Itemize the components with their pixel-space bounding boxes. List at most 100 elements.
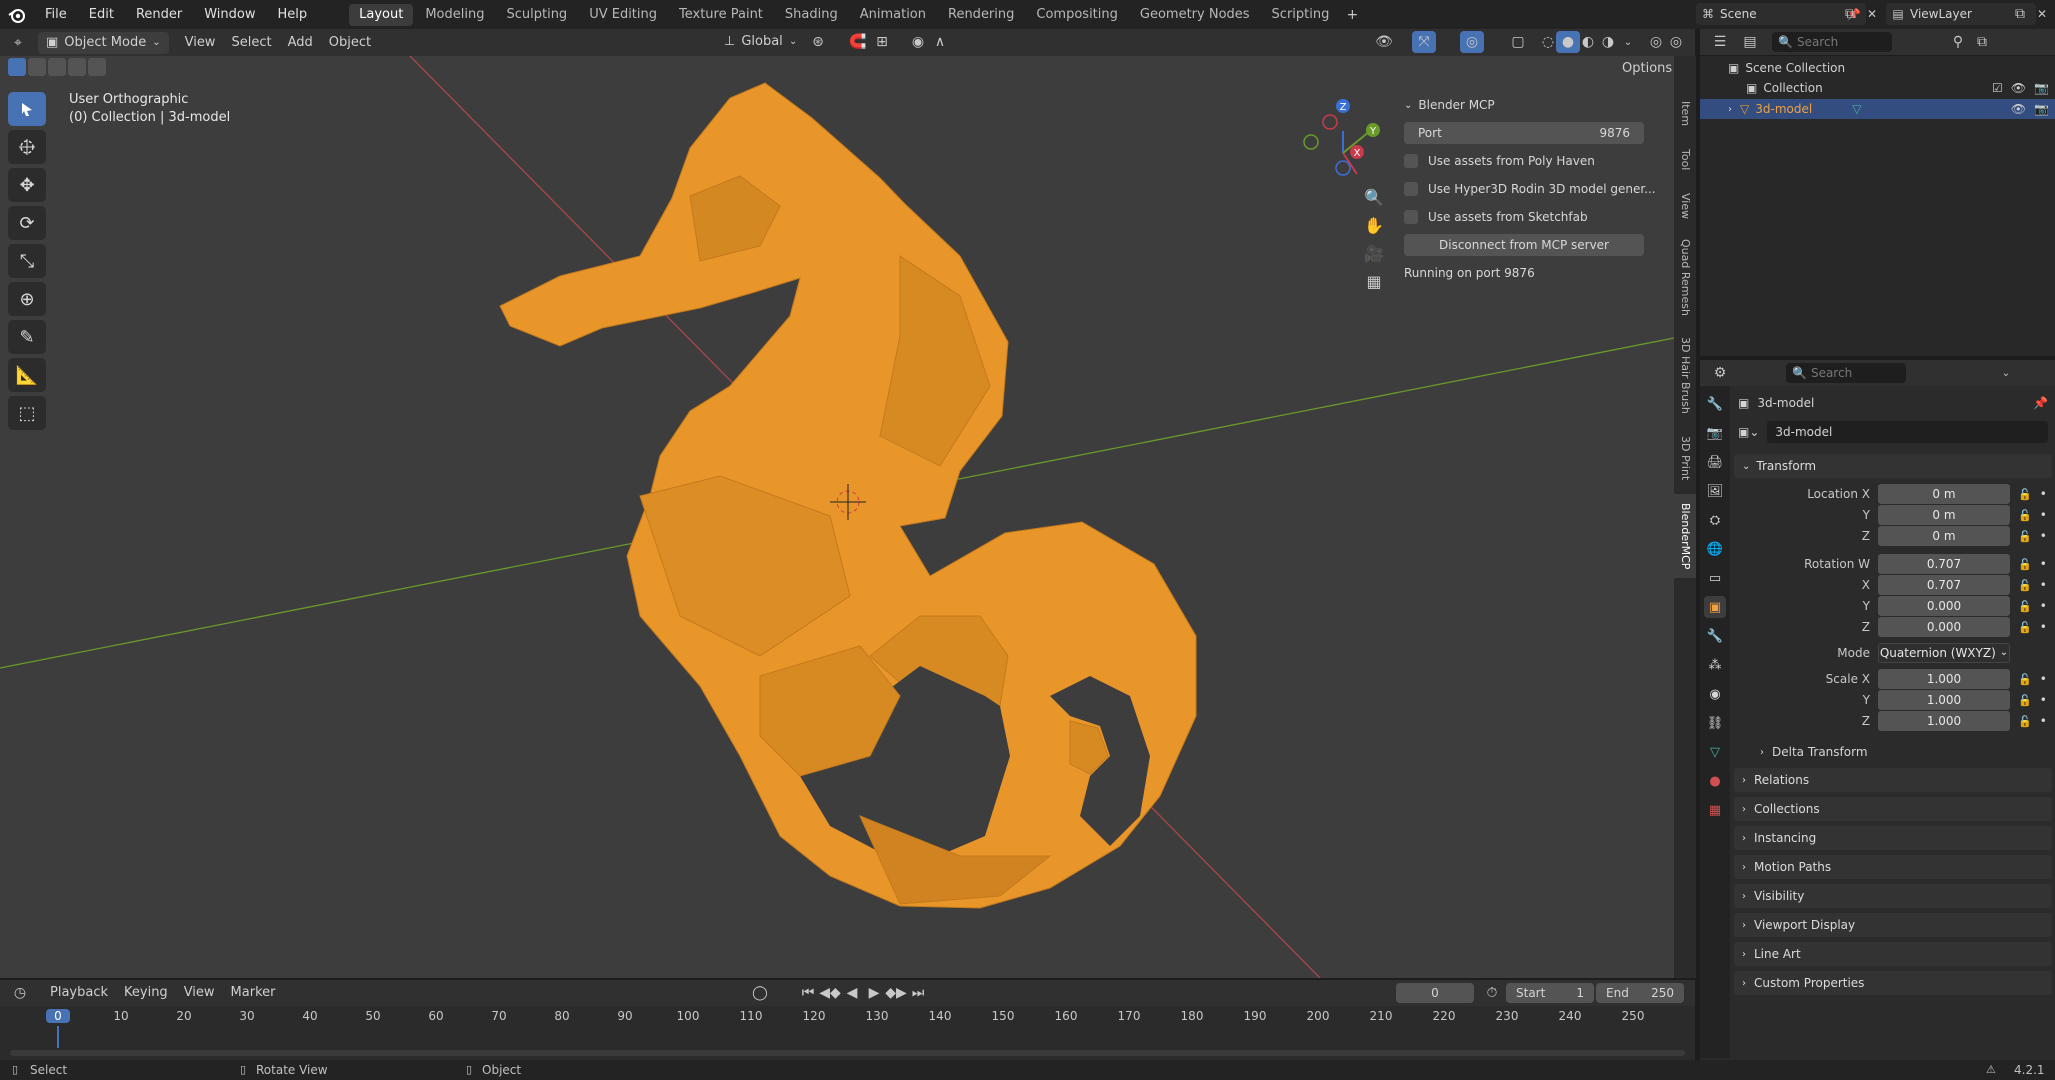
keyframe-dot[interactable]: • — [2040, 578, 2047, 592]
lock-icon[interactable]: 🔓 — [2018, 600, 2032, 613]
outliner-object-3d-model[interactable]: › ▽ 3d-model ▽ 👁 📷 — [1700, 99, 2055, 119]
world-tab-icon[interactable]: 🌐 — [1704, 538, 1726, 560]
pivot-icon[interactable]: ⊛ — [806, 31, 830, 53]
menu-window[interactable]: Window — [193, 0, 266, 29]
rotation-w-field[interactable]: 0.707 — [1878, 554, 2010, 574]
lock-icon[interactable]: 🔓 — [2018, 621, 2032, 634]
collections-panel-header[interactable]: › Collections — [1734, 797, 2052, 821]
keyframe-dot[interactable]: • — [2040, 557, 2047, 571]
collection-tab-icon[interactable]: ▭ — [1704, 567, 1726, 589]
outliner-search[interactable]: 🔍 Search — [1772, 32, 1892, 52]
properties-editor-icon[interactable]: ⚙ — [1708, 362, 1732, 384]
blender-mcp-panel-header[interactable]: ⌄ Blender MCP — [1404, 93, 1664, 117]
tab-item[interactable]: Item — [1674, 94, 1696, 134]
delete-scene-icon[interactable]: ✕ — [1860, 3, 1884, 25]
port-field[interactable]: Port 9876 — [1404, 122, 1644, 144]
keyframe-dot[interactable]: • — [2040, 487, 2047, 501]
prev-keyframe-icon[interactable]: ◀◆ — [818, 982, 842, 1004]
preview-range-icon[interactable]: ⏱ — [1480, 982, 1504, 1004]
3d-viewport[interactable]: Z Y X User Orthographic (0) Collection |… — [0, 56, 1674, 978]
outliner-collection[interactable]: ▣ Collection ☑ 👁 📷 — [1700, 78, 2055, 98]
tab-uv-editing[interactable]: UV Editing — [579, 4, 667, 26]
modifier-tab-icon[interactable]: 🔧 — [1704, 625, 1726, 647]
visibility-icon[interactable]: 👁 — [1372, 31, 1396, 53]
tab-layout[interactable]: Layout — [349, 3, 414, 26]
add-workspace-icon[interactable]: + — [1340, 4, 1364, 26]
tab-blendermcp[interactable]: BlenderMCP — [1674, 494, 1696, 578]
lock-icon[interactable]: 🔓 — [2018, 488, 2032, 501]
camera-icon[interactable]: 📷 — [2034, 81, 2049, 95]
jump-end-icon[interactable]: ⏭ — [906, 982, 930, 1004]
rotation-x-field[interactable]: 0.707 — [1878, 575, 2010, 595]
delete-view-layer-icon[interactable]: ✕ — [2030, 3, 2054, 25]
measure-tool[interactable]: 📐 — [8, 358, 46, 392]
menu-add[interactable]: Add — [280, 32, 321, 54]
annotate-tool[interactable]: ✎ — [8, 320, 46, 354]
scale-z-field[interactable]: 1.000 — [1878, 711, 2010, 731]
line-art-panel-header[interactable]: › Line Art — [1734, 942, 2052, 966]
camera-view-icon[interactable]: 🎥 — [1360, 239, 1388, 267]
play-icon[interactable]: ▶ — [862, 982, 886, 1004]
lock-icon[interactable]: 🔓 — [2018, 530, 2032, 543]
new-scene-icon[interactable]: ⧉ — [1838, 3, 1862, 25]
tab-geometry-nodes[interactable]: Geometry Nodes — [1130, 4, 1260, 26]
tab-modeling[interactable]: Modeling — [415, 4, 494, 26]
tab-view[interactable]: View — [1674, 186, 1696, 226]
object-type-icon[interactable]: ▣⌄ — [1738, 425, 1759, 439]
menu-edit[interactable]: Edit — [78, 0, 125, 29]
object-name-field[interactable]: 3d-model — [1767, 421, 2048, 443]
delta-transform-header[interactable]: › Delta Transform — [1760, 742, 1868, 762]
poly-haven-option[interactable]: Use assets from Poly Haven — [1404, 149, 1664, 173]
outliner-scene-collection[interactable]: ▣ Scene Collection — [1700, 58, 2055, 78]
tab-scripting[interactable]: Scripting — [1262, 4, 1340, 26]
visibility-panel-header[interactable]: › Visibility — [1734, 884, 2052, 908]
tool-tab-icon[interactable]: 🔧 — [1704, 393, 1726, 415]
location-y-field[interactable]: 0 m — [1878, 505, 2010, 525]
particles-tab-icon[interactable]: ⁂ — [1704, 654, 1726, 676]
data-tab-icon[interactable]: ▽ — [1704, 741, 1726, 763]
auto-key-icon[interactable]: ◯ — [748, 982, 772, 1004]
display-mode-icon[interactable]: ▤ — [1738, 31, 1762, 53]
rotation-y-field[interactable]: 0.000 — [1878, 596, 2010, 616]
lock-icon[interactable]: 🔓 — [2018, 673, 2032, 686]
tab-quad-remesh[interactable]: Quad Remesh — [1674, 232, 1696, 322]
menu-select[interactable]: Select — [223, 32, 279, 54]
lock-icon[interactable]: 🔓 — [2018, 509, 2032, 522]
motion-paths-panel-header[interactable]: › Motion Paths — [1734, 855, 2052, 879]
rotation-z-field[interactable]: 0.000 — [1878, 617, 2010, 637]
play-reverse-icon[interactable]: ◀ — [840, 982, 864, 1004]
keyframe-dot[interactable]: • — [2040, 672, 2047, 686]
location-x-field[interactable]: 0 m — [1878, 484, 2010, 504]
options-dropdown[interactable]: Options ⌄ — [1614, 58, 1674, 80]
snap-target-icon[interactable]: ⊞ — [870, 31, 894, 53]
custom-properties-panel-header[interactable]: › Custom Properties — [1734, 971, 2052, 995]
pan-hand-icon[interactable]: ✋ — [1360, 211, 1388, 239]
menu-view[interactable]: View — [177, 32, 224, 54]
transform-panel-header[interactable]: ⌄ Transform — [1734, 454, 2052, 478]
tab-shading[interactable]: Shading — [775, 4, 848, 26]
editor-type-icon[interactable]: ⌖ — [6, 32, 30, 54]
checkbox-icon[interactable]: ☑ — [1992, 81, 2003, 95]
proportional-edit-icon[interactable]: ◉ — [906, 31, 930, 53]
menu-timeline-view[interactable]: View — [176, 982, 223, 1004]
move-tool[interactable]: ✥ — [8, 168, 46, 202]
tab-rendering[interactable]: Rendering — [938, 4, 1024, 26]
blender-logo-icon[interactable] — [0, 4, 34, 26]
timeline-ruler[interactable]: 0 10 20 30 40 50 60 70 80 90 100 110 120 130 140 150 160… — [0, 1006, 1695, 1048]
new-view-layer-icon[interactable]: ⧉ — [2008, 3, 2032, 25]
new-collection-icon[interactable]: ⧉ — [1970, 31, 1994, 53]
current-frame-field[interactable]: 0 — [1396, 983, 1474, 1003]
cursor-tool[interactable] — [8, 130, 46, 164]
object-tab-icon[interactable]: ▣ — [1704, 596, 1726, 618]
jump-start-icon[interactable]: ⏮ — [796, 982, 820, 1004]
rotate-tool[interactable]: ⟳ — [8, 206, 46, 240]
menu-playback[interactable]: Playback — [42, 982, 116, 1004]
lock-icon[interactable]: 🔓 — [2018, 558, 2032, 571]
orientation-dropdown[interactable]: ⊥ Global ⌄ — [716, 31, 805, 53]
scale-x-field[interactable]: 1.000 — [1878, 669, 2010, 689]
shading-options-icon[interactable]: ⌄ — [1616, 31, 1640, 53]
gizmo-toggle-icon[interactable]: ⤧ — [1412, 31, 1436, 53]
next-keyframe-icon[interactable]: ◆▶ — [884, 982, 908, 1004]
timeline-scrollbar[interactable] — [10, 1050, 1685, 1056]
timeline-editor-icon[interactable]: ◷ — [8, 982, 32, 1004]
